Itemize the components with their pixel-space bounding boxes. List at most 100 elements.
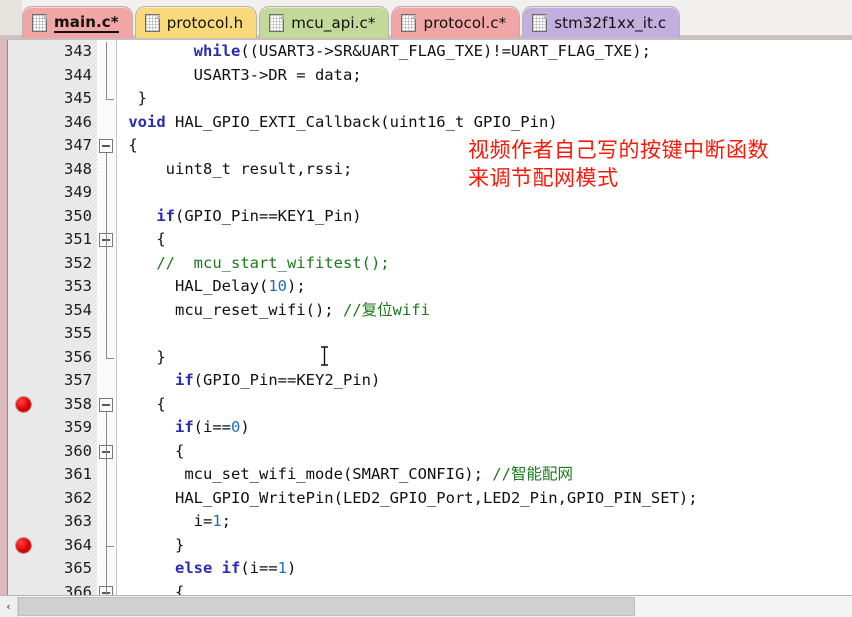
horizontal-scroll-thumb[interactable]: [18, 597, 636, 616]
line-number: 357: [64, 371, 92, 389]
editor-tab-label: main.c*: [54, 12, 119, 33]
code-token: ((USART3->SR&UART_FLAG_TXE)!=UART_FLAG_T…: [240, 42, 651, 60]
line-number: 346: [64, 112, 92, 131]
code-line[interactable]: {: [119, 440, 852, 464]
code-token: // mcu_start_wifitest();: [156, 253, 390, 272]
code-token: 1: [277, 559, 288, 577]
code-token: (GPIO_Pin==KEY1_Pin): [175, 206, 362, 225]
editor-area: 343 344 345 346 347 348 349 350 351 352 353 354 355 3…: [0, 40, 852, 595]
code-line[interactable]: {: [119, 228, 852, 252]
code-line[interactable]: HAL_Delay(10);: [119, 275, 852, 299]
fold-toggle-icon[interactable]: [99, 397, 113, 412]
code-line[interactable]: }: [119, 346, 852, 370]
code-line[interactable]: else if(i==1): [119, 557, 852, 581]
text-ibeam-cursor: [321, 346, 328, 366]
code-token: ): [287, 559, 297, 577]
breakpoint-dot[interactable]: [16, 537, 31, 553]
line-number: 344: [64, 65, 92, 84]
editor-tab-protocol-c-[interactable]: protocol.c*: [391, 6, 521, 38]
code-token: ): [240, 418, 250, 436]
code-folding-gutter[interactable]: [97, 40, 117, 595]
line-number: 360: [64, 441, 92, 460]
line-number: 349: [64, 183, 92, 201]
code-token: //智能配网: [492, 465, 573, 483]
code-text-area[interactable]: while((USART3->SR&UART_FLAG_TXE)!=UART_F…: [117, 40, 852, 595]
scroll-left-arrow-icon[interactable]: ‹: [0, 596, 18, 617]
line-number: 361: [64, 465, 92, 483]
code-token: (i==: [240, 559, 278, 577]
editor-tab-label: mcu_api.c*: [291, 13, 376, 32]
code-token: USART3->DR = data;: [119, 65, 362, 84]
code-line[interactable]: }: [119, 87, 852, 111]
code-token: uint8_t result,rssi;: [119, 159, 353, 178]
code-token: {: [119, 394, 166, 413]
line-number: 351: [64, 230, 92, 248]
code-line[interactable]: void HAL_GPIO_EXTI_Callback(uint16_t GPI…: [119, 111, 852, 135]
line-number: 366: [64, 582, 92, 596]
code-token: HAL_Delay(: [119, 277, 269, 295]
code-line[interactable]: {: [119, 393, 852, 417]
line-number: 354: [64, 300, 92, 319]
code-line[interactable]: // mcu_start_wifitest();: [119, 252, 852, 276]
code-line[interactable]: mcu_reset_wifi(); //复位wifi: [119, 299, 852, 323]
fold-toggle-icon[interactable]: [99, 139, 113, 153]
code-line[interactable]: {: [119, 581, 852, 596]
code-line[interactable]: }: [119, 534, 852, 558]
file-page-icon: [32, 13, 47, 32]
line-number: 347: [64, 136, 92, 154]
code-token: (i==: [193, 418, 231, 436]
horizontal-scroll-track[interactable]: [18, 596, 852, 617]
editor-tab-mcu-api-c-[interactable]: mcu_api.c*: [259, 6, 390, 38]
code-line[interactable]: mcu_set_wifi_mode(SMART_CONFIG); //智能配网: [119, 463, 852, 487]
editor-tab-label: stm32f1xx_it.c: [554, 13, 667, 32]
line-number: 345: [64, 89, 92, 107]
line-number: 353: [64, 277, 92, 295]
line-number: 343: [64, 42, 92, 60]
code-line[interactable]: if(i==0): [119, 416, 852, 440]
breakpoint-dot[interactable]: [16, 396, 31, 412]
breakpoint-gutter[interactable]: [8, 40, 40, 595]
code-token: HAL_GPIO_EXTI_Callback(uint16_t GPIO_Pin…: [165, 112, 558, 131]
code-line[interactable]: if(GPIO_Pin==KEY2_Pin): [119, 369, 852, 393]
editor-tab-stm32f1xx-it-c[interactable]: stm32f1xx_it.c: [522, 6, 681, 38]
code-line[interactable]: [119, 322, 852, 346]
code-token: }: [119, 89, 147, 107]
code-line[interactable]: while((USART3->SR&UART_FLAG_TXE)!=UART_F…: [119, 40, 852, 64]
code-line[interactable]: USART3->DR = data;: [119, 64, 852, 88]
file-page-icon: [401, 13, 417, 32]
line-number: 364: [64, 535, 92, 554]
editor-tab-main-c-[interactable]: main.c*: [22, 6, 133, 38]
code-token: }: [119, 347, 166, 366]
line-number: 359: [64, 418, 92, 436]
line-number: 365: [64, 559, 92, 577]
editor-tab-label: protocol.c*: [423, 13, 507, 32]
code-token: while: [193, 42, 241, 60]
editor-tab-protocol-h[interactable]: protocol.h: [134, 6, 258, 38]
code-token: 1: [212, 512, 222, 530]
horizontal-scrollbar[interactable]: ‹: [0, 595, 852, 617]
editor-tab-bar: main.c* protocol.h mcu_api.c* protocol.c* st…: [0, 0, 852, 40]
code-line[interactable]: i=1;: [119, 510, 852, 534]
line-number: 348: [64, 159, 92, 178]
line-number-gutter: 343 344 345 346 347 348 349 350 351 352 353 354 355 3…: [40, 40, 97, 595]
code-token: }: [119, 535, 185, 554]
code-token: );: [286, 277, 306, 295]
file-page-icon: [269, 13, 285, 32]
file-page-icon: [532, 13, 548, 32]
red-annotation-line-2: 来调节配网模式: [468, 166, 619, 190]
code-line[interactable]: if(GPIO_Pin==KEY1_Pin): [119, 205, 852, 229]
code-token: {: [119, 582, 185, 596]
line-number: 352: [64, 253, 92, 272]
line-number: 355: [64, 324, 92, 342]
code-line[interactable]: HAL_GPIO_WritePin(LED2_GPIO_Port,LED2_Pi…: [119, 487, 852, 511]
code-token: ;: [221, 512, 232, 530]
fold-range-line: [106, 247, 107, 358]
line-number: 358: [64, 394, 92, 413]
line-number: 363: [64, 512, 92, 530]
